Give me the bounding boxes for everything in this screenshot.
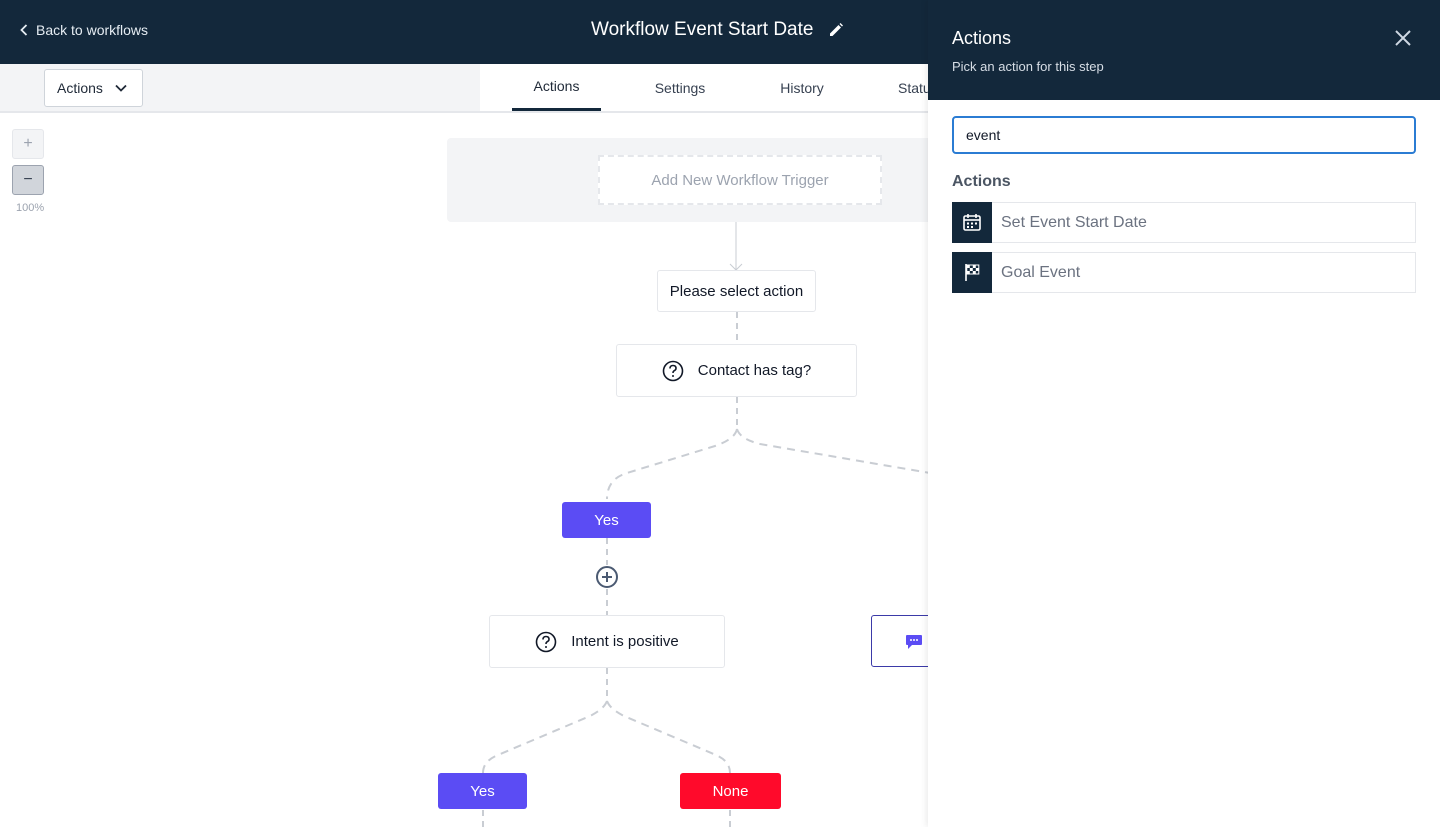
panel-subtitle: Pick an action for this step [952,59,1104,74]
add-trigger-label: Add New Workflow Trigger [651,171,829,189]
action-item-icon-box [952,201,992,243]
actions-side-panel: Actions Pick an action for this step Act… [928,0,1440,827]
actions-dropdown[interactable]: Actions [44,69,143,107]
chevron-left-icon [20,24,28,36]
question-icon [535,631,557,652]
tab-settings[interactable]: Settings [637,64,723,111]
action-item-set-event-start-date[interactable]: Set Event Start Date [952,201,1416,243]
actions-section-label: Actions [952,173,1011,190]
close-icon[interactable] [1394,29,1412,47]
branch-yes-text: Yes [594,511,619,529]
question-icon [662,360,684,381]
branch-none-label[interactable]: None [680,773,781,809]
panel-header: Actions Pick an action for this step [928,0,1440,100]
action-item-goal-event[interactable]: Goal Event [952,251,1416,293]
trigger-area: Add New Workflow Trigger [447,138,947,222]
zoom-out-label: − [23,171,33,188]
chevron-down-icon [115,84,127,92]
zoom-out-button[interactable]: − [12,165,44,195]
tab-history[interactable]: History [760,64,844,111]
workflow-title: Workflow Event Start Date [591,19,844,41]
tab-settings-label: Settings [654,79,706,96]
action-item-label: Set Event Start Date [1001,213,1147,231]
tab-history-label: History [780,79,824,96]
back-to-workflows-link[interactable]: Back to workflows [20,22,148,38]
zoom-in-button[interactable]: + [12,129,44,159]
checkered-flag-icon [965,264,980,281]
action-item-icon-box [952,251,992,293]
pencil-icon[interactable] [829,23,844,37]
action-item-label: Goal Event [1001,263,1081,281]
add-trigger-button[interactable]: Add New Workflow Trigger [598,155,882,205]
select-action-node[interactable]: Please select action [657,270,816,312]
branch-none-text: None [712,782,749,800]
panel-title: Actions [952,28,1012,48]
calendar-icon [963,214,981,231]
actions-dropdown-label: Actions [57,80,103,96]
branch-yes-label-2[interactable]: Yes [438,773,527,809]
add-step-plus-icon[interactable] [595,565,619,589]
action-search-input[interactable] [952,116,1416,154]
tab-actions-label: Actions [533,78,580,94]
tab-actions[interactable]: Actions [512,64,601,111]
select-action-label: Please select action [669,282,804,300]
contact-has-tag-label: Contact has tag? [697,362,812,379]
condition-node-intent-positive[interactable]: Intent is positive [489,615,725,668]
chat-bubble-icon [906,635,922,649]
branch-yes-text-2: Yes [470,782,495,800]
intent-positive-label: Intent is positive [571,633,679,650]
branch-yes-label[interactable]: Yes [562,502,651,538]
zoom-in-label: + [23,135,33,152]
workflow-title-text: Workflow Event Start Date [591,19,814,40]
condition-node-contact-has-tag[interactable]: Contact has tag? [616,344,857,397]
zoom-level: 100% [16,202,45,214]
back-label: Back to workflows [36,22,149,38]
